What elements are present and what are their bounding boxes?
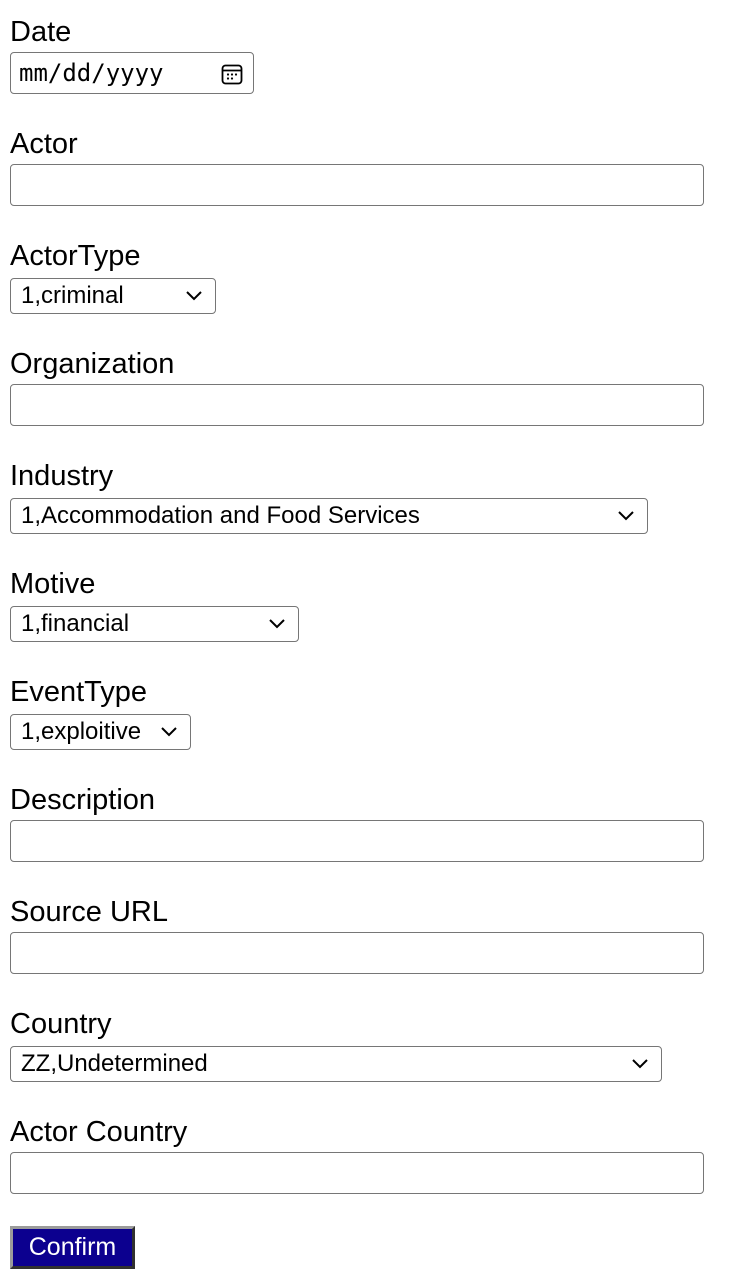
actor-country-label: Actor Country <box>10 1116 188 1148</box>
chevron-down-icon <box>161 727 177 737</box>
actor-type-label: ActorType <box>10 240 141 272</box>
date-input[interactable]: mm/dd/yyyy <box>10 52 254 94</box>
organization-input[interactable] <box>10 384 704 426</box>
motive-label: Motive <box>10 568 96 600</box>
chevron-down-icon <box>269 619 285 629</box>
actor-label: Actor <box>10 128 78 160</box>
event-type-label: EventType <box>10 676 148 708</box>
chevron-down-icon <box>618 511 634 521</box>
description-input[interactable] <box>10 820 704 862</box>
country-label: Country <box>10 1008 112 1040</box>
date-label: Date <box>10 16 72 48</box>
industry-label: Industry <box>10 460 114 492</box>
actor-country-input[interactable] <box>10 1152 704 1194</box>
chevron-down-icon <box>632 1059 648 1069</box>
event-type-select[interactable]: 1,exploitive <box>10 714 191 750</box>
event-type-selected: 1,exploitive <box>21 718 142 745</box>
actor-type-selected: 1,criminal <box>21 282 124 309</box>
industry-selected: 1,Accommodation and Food Services <box>21 502 420 529</box>
source-url-input[interactable] <box>10 932 704 974</box>
date-placeholder: mm/dd/yyyy <box>19 59 164 87</box>
industry-select[interactable]: 1,Accommodation and Food Services <box>10 498 648 534</box>
actor-input[interactable] <box>10 164 704 206</box>
motive-selected: 1,financial <box>21 610 130 637</box>
description-label: Description <box>10 784 156 816</box>
country-selected: ZZ,Undetermined <box>21 1050 208 1077</box>
organization-label: Organization <box>10 348 175 380</box>
country-select[interactable]: ZZ,Undetermined <box>10 1046 662 1082</box>
actor-type-select[interactable]: 1,criminal <box>10 278 216 314</box>
motive-select[interactable]: 1,financial <box>10 606 299 642</box>
calendar-icon[interactable] <box>220 62 244 86</box>
confirm-button[interactable]: Confirm <box>10 1226 135 1269</box>
source-url-label: Source URL <box>10 896 168 928</box>
chevron-down-icon <box>186 291 202 301</box>
